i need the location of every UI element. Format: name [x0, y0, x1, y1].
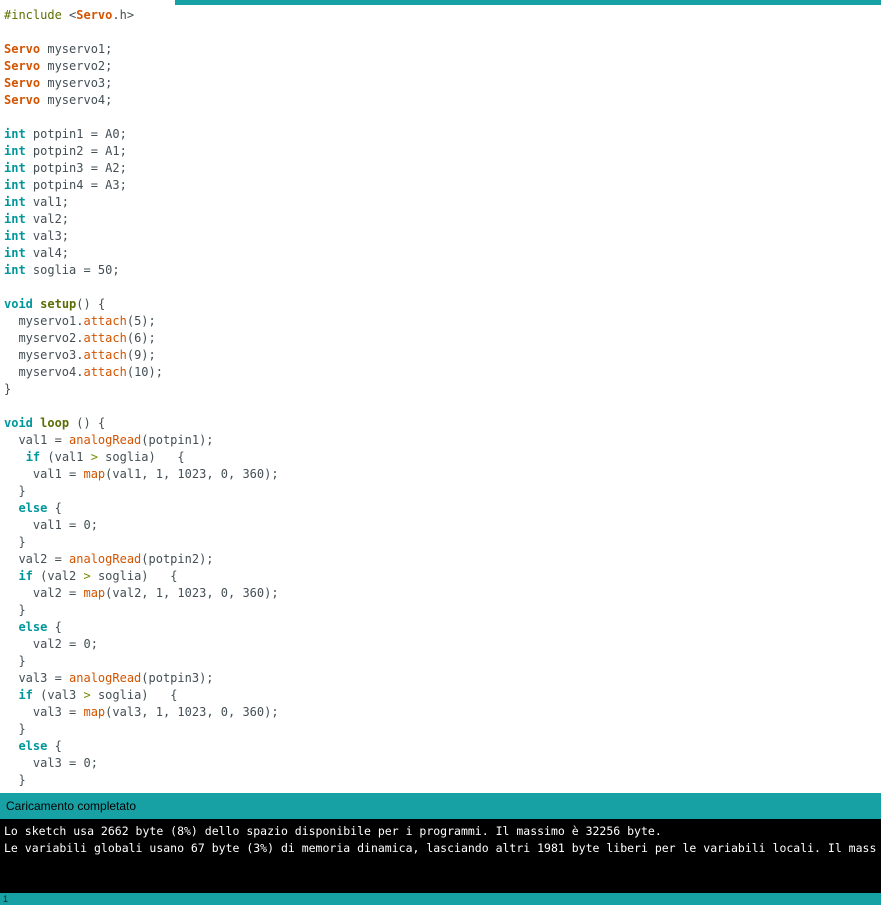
code-line: }	[4, 773, 26, 787]
code-line: val2 = 0;	[4, 637, 98, 651]
arduino-ide-window: #include <Servo.h> Servo myservo1; Servo …	[0, 0, 881, 905]
console-output[interactable]: Lo sketch usa 2662 byte (8%) dello spazi…	[0, 819, 881, 893]
code-line: #include <Servo.h>	[4, 8, 135, 22]
console-text: Lo sketch usa 2662 byte (8%) dello spazi…	[4, 823, 881, 857]
code-line: val2 = map(val2, 1, 1023, 0, 360);	[4, 586, 279, 600]
code-line: Servo myservo1;	[4, 42, 113, 56]
status-text: Caricamento completato	[6, 799, 137, 813]
code-line: int potpin4 = A3;	[4, 178, 127, 192]
code-line: int val2;	[4, 212, 70, 226]
code-line: if (val3 > soglia) {	[18, 688, 178, 702]
code-line: }	[4, 484, 26, 498]
code-line: Servo myservo4;	[4, 93, 113, 107]
code-line: int val1;	[4, 195, 70, 209]
code-line: int soglia = 50;	[4, 263, 120, 277]
code-line: int val3;	[4, 229, 70, 243]
code-line: Servo myservo3;	[4, 76, 113, 90]
code-line: val3 = 0;	[4, 756, 98, 770]
code-line: Servo myservo2;	[4, 59, 113, 73]
code-line: if (val1 > soglia) {	[25, 450, 185, 464]
console-line: Lo sketch usa 2662 byte (8%) dello spazi…	[4, 824, 662, 838]
code-line: else {	[18, 739, 62, 753]
code-line: val2 = analogRead(potpin2);	[4, 552, 214, 566]
code-editor[interactable]: #include <Servo.h> Servo myservo1; Servo …	[0, 5, 881, 793]
code-line: else {	[18, 620, 62, 634]
code-line: myservo1.attach(5);	[4, 314, 156, 328]
code-line: val3 = analogRead(potpin3);	[4, 671, 214, 685]
code-line: if (val2 > soglia) {	[18, 569, 178, 583]
code-line: int potpin1 = A0;	[4, 127, 127, 141]
console-line: Le variabili globali usano 67 byte (3%) …	[4, 841, 877, 855]
code-line: val3 = map(val3, 1, 1023, 0, 360);	[4, 705, 279, 719]
code-line: }	[4, 722, 26, 736]
footer-strip: 1	[0, 893, 881, 905]
code-line: int val4;	[4, 246, 70, 260]
code-lines: #include <Servo.h> Servo myservo1; Servo …	[4, 7, 881, 789]
code-line: myservo3.attach(9);	[4, 348, 156, 362]
code-line: myservo4.attach(10);	[4, 365, 163, 379]
code-line: int potpin3 = A2;	[4, 161, 127, 175]
code-line: }	[4, 603, 26, 617]
code-line: int potpin2 = A1;	[4, 144, 127, 158]
line-number-indicator: 1	[3, 894, 9, 904]
code-line: else {	[18, 501, 62, 515]
status-bar: Caricamento completato	[0, 793, 881, 819]
code-line: }	[4, 654, 26, 668]
code-line: val1 = map(val1, 1, 1023, 0, 360);	[4, 467, 279, 481]
code-line: }	[4, 535, 26, 549]
code-line: val1 = 0;	[4, 518, 98, 532]
code-line: }	[4, 382, 12, 396]
code-line: void loop () {	[4, 416, 106, 430]
code-line: myservo2.attach(6);	[4, 331, 156, 345]
code-line: void setup() {	[4, 297, 106, 311]
code-line: val1 = analogRead(potpin1);	[4, 433, 214, 447]
